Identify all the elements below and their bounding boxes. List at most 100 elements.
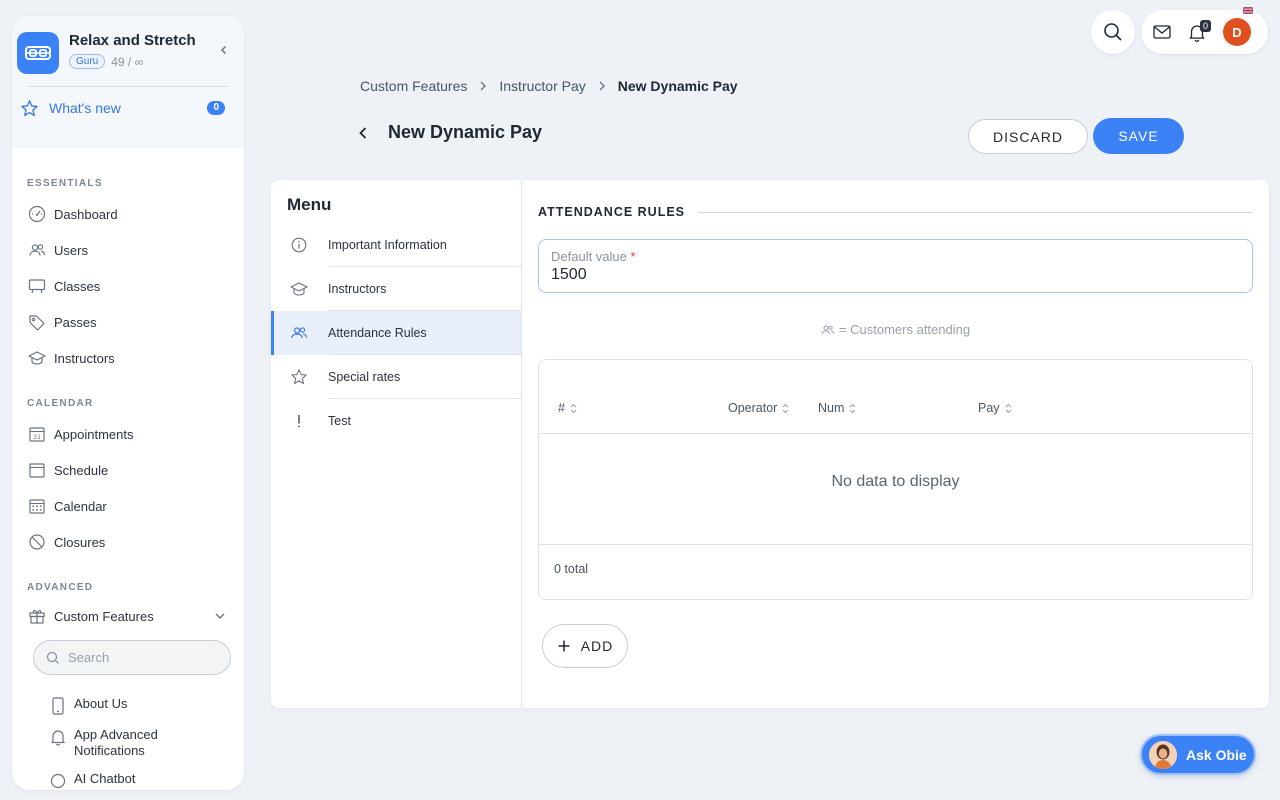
users-icon bbox=[27, 240, 47, 260]
header-actions: 0 D bbox=[1141, 7, 1268, 54]
add-rule-button[interactable]: ADD bbox=[542, 624, 628, 668]
ask-obie-label: Ask Obie bbox=[1186, 746, 1247, 763]
notifications-bell-icon[interactable]: 0 bbox=[1188, 19, 1211, 42]
plan-badge: Guru bbox=[69, 54, 106, 69]
classes-icon bbox=[27, 276, 47, 296]
sidebar-search-input[interactable] bbox=[68, 650, 218, 665]
sort-icon bbox=[782, 403, 789, 414]
gift-icon bbox=[27, 606, 47, 626]
back-arrow-icon[interactable] bbox=[356, 125, 370, 141]
whats-new-count: 0 bbox=[207, 101, 225, 115]
attendance-rules-table: # Operator Num Pay No data to display 0 … bbox=[538, 359, 1253, 600]
menu-item-special-rates[interactable]: Special rates bbox=[271, 355, 521, 399]
brand-name: Relax and Stretch bbox=[69, 32, 196, 49]
column-header-label: # bbox=[558, 401, 565, 415]
mail-icon[interactable] bbox=[1153, 25, 1171, 39]
sidebar-subitem-ai-chatbot[interactable]: AI Chatbot bbox=[12, 771, 244, 790]
breadcrumb-current: New Dynamic Pay bbox=[617, 78, 738, 94]
sidebar-item-label: Instructors bbox=[54, 350, 115, 366]
sidebar-item-schedule[interactable]: Schedule bbox=[12, 452, 244, 488]
whats-new-link[interactable]: What's new 0 bbox=[12, 87, 244, 129]
default-value-field[interactable]: Default value * bbox=[538, 239, 1253, 293]
chevron-right-icon bbox=[479, 80, 487, 92]
divider bbox=[539, 544, 1252, 545]
sidebar-item-label: Classes bbox=[54, 278, 101, 294]
sidebar-item-label: Calendar bbox=[54, 498, 107, 514]
section-calendar: CALENDAR bbox=[27, 398, 94, 409]
column-header-operator[interactable]: Operator bbox=[728, 401, 789, 415]
sidebar-item-label: Closures bbox=[54, 534, 106, 550]
sidebar: Relax and Stretch Guru 49 / ∞ What's new… bbox=[12, 16, 244, 790]
menu-title: Menu bbox=[287, 195, 332, 214]
sidebar-item-label: Schedule bbox=[54, 462, 109, 478]
chevron-right-icon bbox=[598, 80, 606, 92]
form-menu: Menu Important Information Instructors A… bbox=[271, 180, 522, 708]
discard-button[interactable]: DISCARD bbox=[968, 119, 1088, 154]
sidebar-item-passes[interactable]: Passes bbox=[12, 304, 244, 340]
sort-icon bbox=[849, 403, 856, 414]
sidebar-item-appointments[interactable]: 31 Appointments bbox=[12, 416, 244, 452]
sidebar-item-instructors[interactable]: Instructors bbox=[12, 340, 244, 376]
sidebar-item-custom-features[interactable]: Custom Features bbox=[12, 598, 244, 634]
global-search-button[interactable] bbox=[1091, 10, 1135, 54]
default-value-input[interactable] bbox=[551, 266, 1240, 284]
assistant-avatar-icon bbox=[1149, 740, 1177, 769]
uk-flag-icon bbox=[1243, 7, 1253, 14]
sidebar-subitem-about-us[interactable]: About Us bbox=[12, 696, 244, 715]
sidebar-subitem-label: AI Chatbot bbox=[74, 771, 136, 786]
breadcrumb-instructor-pay[interactable]: Instructor Pay bbox=[499, 78, 585, 94]
ban-icon bbox=[27, 532, 47, 552]
sidebar-item-calendar[interactable]: Calendar bbox=[12, 488, 244, 524]
empty-state: No data to display bbox=[831, 473, 960, 490]
sidebar-item-dashboard[interactable]: Dashboard bbox=[12, 196, 244, 232]
avatar-initial: D bbox=[1232, 24, 1242, 40]
default-value-label-text: Default value bbox=[551, 249, 627, 264]
section-essentials: ESSENTIALS bbox=[27, 178, 103, 189]
customers-icon bbox=[821, 324, 835, 336]
menu-item-attendance-rules[interactable]: Attendance Rules bbox=[271, 311, 521, 355]
sidebar-subitem-label: App Advanced Notifications bbox=[74, 727, 158, 758]
sidebar-header: Relax and Stretch Guru 49 / ∞ What's new… bbox=[12, 16, 244, 148]
sidebar-item-closures[interactable]: Closures bbox=[12, 524, 244, 560]
sidebar-subitem-label: About Us bbox=[74, 696, 128, 711]
phone-icon bbox=[49, 697, 67, 715]
default-value-label: Default value * bbox=[551, 249, 1240, 264]
table-total: 0 total bbox=[554, 562, 589, 576]
sidebar-item-label: Custom Features bbox=[54, 608, 154, 624]
breadcrumb-custom-features[interactable]: Custom Features bbox=[360, 78, 467, 94]
sidebar-subitem-app-notifications[interactable]: App Advanced Notifications bbox=[12, 727, 244, 759]
chevron-down-icon[interactable] bbox=[214, 610, 226, 622]
breadcrumb: Custom Features Instructor Pay New Dynam… bbox=[360, 78, 738, 94]
required-mark: * bbox=[630, 249, 636, 264]
column-header-label: Operator bbox=[728, 401, 778, 415]
ask-obie-button[interactable]: Ask Obie bbox=[1140, 734, 1256, 775]
column-header-pay[interactable]: Pay bbox=[978, 401, 1012, 415]
menu-item-instructors[interactable]: Instructors bbox=[271, 267, 521, 311]
dashboard-icon bbox=[27, 204, 47, 224]
sidebar-item-label: Dashboard bbox=[54, 206, 118, 222]
calendar-31-icon: 31 bbox=[27, 424, 47, 444]
menu-item-test[interactable]: Test bbox=[271, 399, 521, 443]
notification-count: 0 bbox=[1199, 19, 1211, 32]
menu-item-important-information[interactable]: Important Information bbox=[271, 223, 521, 267]
avatar[interactable]: D bbox=[1223, 7, 1253, 46]
save-button[interactable]: SAVE bbox=[1093, 118, 1184, 154]
column-header-number[interactable]: # bbox=[558, 401, 577, 415]
svg-text:31: 31 bbox=[33, 433, 41, 441]
brand-logo-icon[interactable] bbox=[17, 32, 59, 74]
sidebar-search[interactable] bbox=[33, 640, 231, 675]
whats-new-label: What's new bbox=[49, 100, 121, 116]
menu-item-label: Test bbox=[328, 414, 351, 428]
column-header-num[interactable]: Num bbox=[818, 401, 856, 415]
section-header: ATTENDANCE RULES bbox=[538, 205, 1253, 219]
exclamation-icon bbox=[289, 413, 309, 429]
sidebar-item-users[interactable]: Users bbox=[12, 232, 244, 268]
collapse-sidebar-icon[interactable] bbox=[214, 40, 234, 60]
menu-item-label: Special rates bbox=[328, 370, 401, 384]
sidebar-item-label: Passes bbox=[54, 314, 97, 330]
sidebar-item-classes[interactable]: Classes bbox=[12, 268, 244, 304]
divider bbox=[698, 211, 1253, 213]
menu-item-label: Attendance Rules bbox=[328, 326, 427, 340]
search-icon bbox=[46, 651, 60, 665]
tag-icon bbox=[27, 312, 47, 332]
